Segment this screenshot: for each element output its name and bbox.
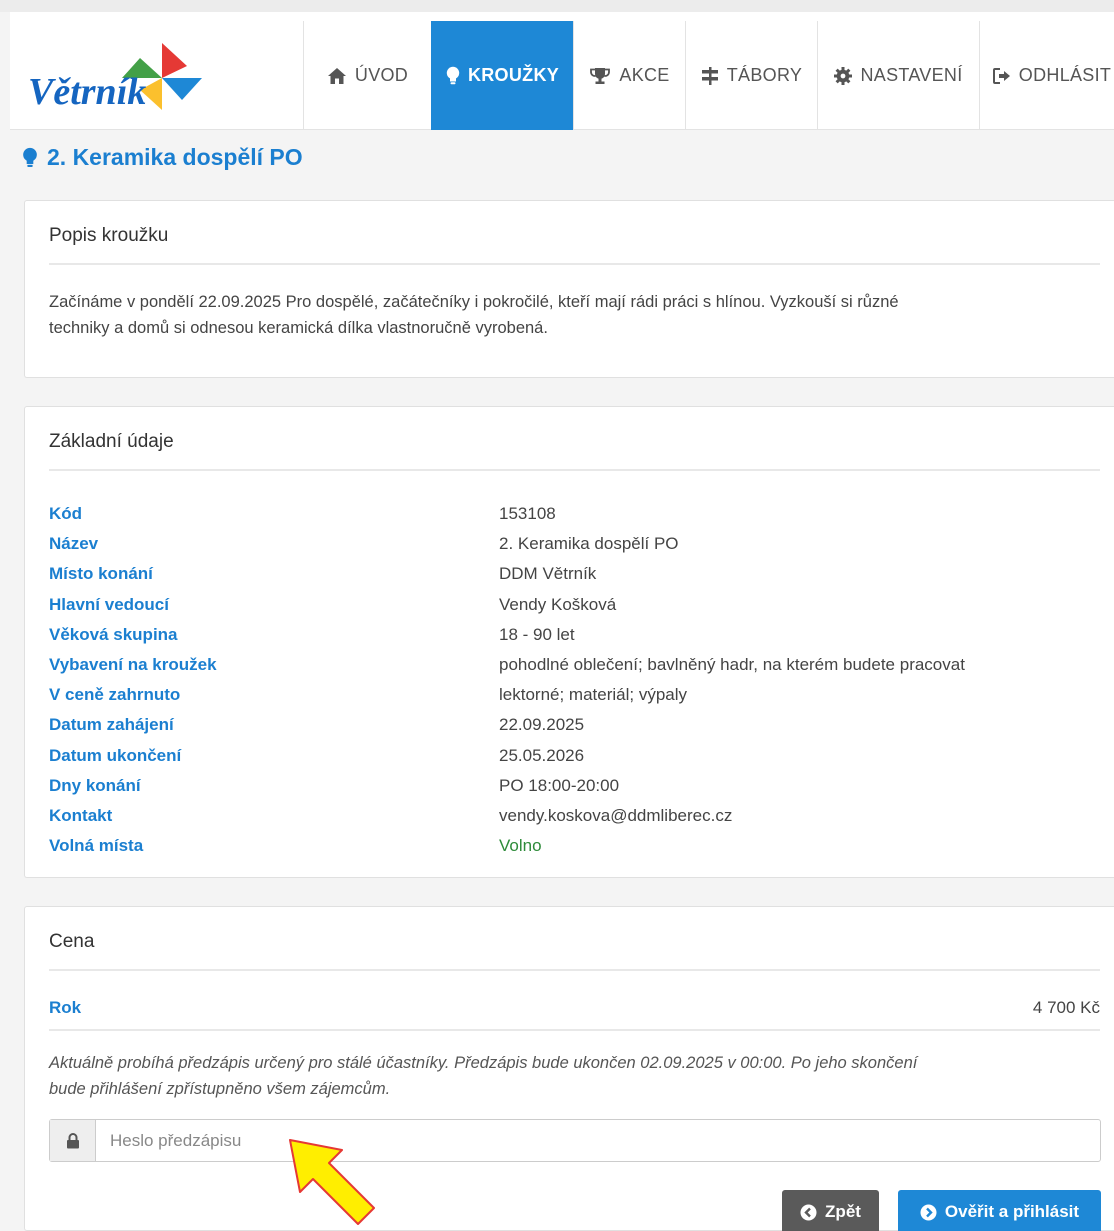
circle-arrow-left-icon	[800, 1204, 817, 1221]
detail-row-kontakt: Kontakt vendy.koskova@ddmliberec.cz	[49, 801, 1099, 831]
page-title: 2. Keramika dospělí PO	[22, 144, 303, 171]
nav-item-label: TÁBORY	[726, 65, 803, 85]
page-title-text: 2. Keramika dospělí PO	[47, 144, 303, 170]
availability-status: Volno	[499, 836, 542, 856]
navbar: Větrník ÚVOD KROUŽKY AKCE TÁBORY NASTAVE…	[10, 12, 1114, 130]
detail-label: Místo konání	[49, 564, 153, 584]
presignup-note: Aktuálně probíhá předzápis určený pro st…	[49, 1050, 1094, 1102]
note-line: bude přihlášení zpřístupněno všem zájemc…	[49, 1080, 391, 1098]
price-row: Rok 4 700 Kč	[49, 987, 1100, 1031]
nav-item-nastaveni[interactable]: NASTAVENÍ	[817, 21, 979, 130]
presignup-password-input[interactable]	[96, 1120, 1100, 1161]
description-text: Začínáme v pondělí 22.09.2025 Pro dospěl…	[49, 289, 1074, 341]
back-button[interactable]: Zpět	[782, 1190, 879, 1231]
detail-value: lektorné; materiál; výpaly	[499, 685, 688, 705]
detail-label: Vybavení na kroužek	[49, 655, 217, 675]
description-panel: Popis kroužku Začínáme v pondělí 22.09.2…	[24, 200, 1114, 378]
vetrnik-logo[interactable]: Větrník	[22, 38, 222, 118]
details-panel: Základní údaje Kód 153108 Název 2. Keramik…	[24, 406, 1114, 878]
detail-label: Dny konání	[49, 775, 141, 795]
gear-icon	[834, 66, 853, 85]
trophy-icon	[589, 67, 611, 85]
contact-email-link[interactable]: vendy.koskova@ddmliberec.cz	[499, 806, 732, 826]
detail-label: Název	[49, 534, 99, 554]
back-button-label: Zpět	[825, 1202, 861, 1221]
detail-label: Volná místa	[49, 836, 144, 856]
nav-item-krouzky[interactable]: KROUŽKY	[431, 21, 573, 130]
price-label: Rok	[49, 998, 82, 1017]
detail-value: 2. Keramika dospělí PO	[499, 534, 679, 554]
detail-value: 18 - 90 let	[499, 624, 575, 644]
nav-item-odhlasit[interactable]: ODHLÁSIT	[979, 21, 1114, 130]
description-heading: Popis kroužku	[49, 225, 1100, 265]
description-line: techniky a domů si odnesou keramická díl…	[49, 319, 548, 337]
home-icon	[327, 67, 347, 85]
details-heading: Základní údaje	[49, 431, 1100, 471]
description-line: Začínáme v pondělí 22.09.2025 Pro dospěl…	[49, 293, 899, 311]
detail-value: 153108	[499, 504, 556, 524]
top-strip	[0, 0, 1114, 12]
verify-and-login-button[interactable]: Ověřit a přihlásit	[898, 1190, 1101, 1231]
detail-value: DDM Větrník	[499, 564, 597, 584]
detail-label: V ceně zahrnuto	[49, 685, 181, 705]
nav-item-label: ÚVOD	[354, 65, 409, 85]
detail-value: pohodlné oblečení; bavlněný hadr, na kte…	[499, 655, 965, 675]
nav-item-label: NASTAVENÍ	[860, 65, 963, 85]
nav-item-akce[interactable]: AKCE	[573, 21, 685, 130]
detail-value: Vendy Košková	[499, 594, 617, 614]
presignup-password-group	[49, 1119, 1101, 1162]
detail-label: Datum zahájení	[49, 715, 174, 735]
detail-value: PO 18:00-20:00	[499, 775, 620, 795]
circle-arrow-right-icon	[920, 1204, 937, 1221]
detail-row-kod: Kód 153108	[49, 499, 1099, 529]
lightbulb-icon	[22, 147, 38, 169]
brand-name: Větrník	[28, 71, 146, 113]
detail-value: 22.09.2025	[499, 715, 585, 735]
detail-label: Hlavní vedoucí	[49, 594, 169, 614]
nav-item-label: ODHLÁSIT	[1018, 65, 1112, 85]
verify-and-login-label: Ověřit a přihlásit	[944, 1202, 1080, 1221]
detail-row-volna-mista: Volná místa Volno	[49, 831, 1099, 861]
detail-row-vek: Věková skupina 18 - 90 let	[49, 620, 1099, 650]
nav-item-label: AKCE	[619, 65, 670, 85]
detail-row-ukonceni: Datum ukončení 25.05.2026	[49, 741, 1099, 771]
detail-row-cena: V ceně zahrnuto lektorné; materiál; výpal…	[49, 680, 1099, 710]
sign-out-icon	[992, 67, 1011, 84]
detail-row-nazev: Název 2. Keramika dospělí PO	[49, 529, 1099, 559]
nav-item-tabory[interactable]: TÁBORY	[685, 21, 817, 130]
detail-label: Věková skupina	[49, 624, 178, 644]
price-panel: Cena Rok 4 700 Kč Aktuálně probíhá předz…	[24, 906, 1114, 1231]
note-line: Aktuálně probíhá předzápis určený pro st…	[49, 1054, 918, 1072]
lightbulb-icon	[446, 66, 460, 86]
nav-item-uvod[interactable]: ÚVOD	[303, 21, 431, 130]
details-list: Kód 153108 Název 2. Keramika dospělí PO Mí…	[49, 499, 1099, 861]
main-nav: ÚVOD KROUŽKY AKCE TÁBORY NASTAVENÍ ODHLÁ…	[303, 21, 1114, 130]
price-heading: Cena	[49, 931, 1100, 971]
detail-row-vybaveni: Vybavení na kroužek pohodlné oblečení; ba…	[49, 650, 1099, 680]
detail-row-dny: Dny konání PO 18:00-20:00	[49, 771, 1099, 801]
detail-label: Datum ukončení	[49, 745, 182, 765]
nav-item-label: KROUŽKY	[467, 65, 560, 85]
detail-row-misto: Místo konání DDM Větrník	[49, 559, 1099, 589]
detail-value: 25.05.2026	[499, 745, 585, 765]
detail-label: Kontakt	[49, 805, 113, 825]
annotation-arrow-icon	[280, 1134, 390, 1231]
signpost-icon	[701, 66, 719, 85]
detail-row-vedouci: Hlavní vedoucí Vendy Košková	[49, 590, 1099, 620]
detail-row-zahajeni: Datum zahájení 22.09.2025	[49, 710, 1099, 740]
lock-icon	[50, 1120, 96, 1161]
price-value: 4 700 Kč	[1032, 998, 1100, 1017]
detail-label: Kód	[49, 504, 83, 524]
